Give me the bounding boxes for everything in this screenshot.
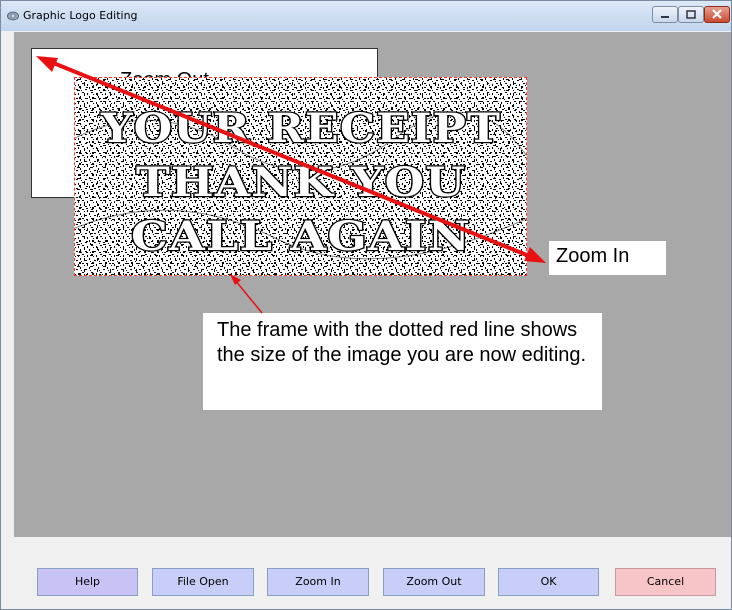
minimize-icon [661, 16, 669, 18]
pointer-arrow [230, 274, 263, 314]
maximize-icon [686, 10, 696, 19]
zoom-in-button[interactable]: Zoom In [267, 568, 369, 596]
window-title: Graphic Logo Editing [23, 9, 138, 22]
minimize-button[interactable] [652, 6, 678, 23]
file-open-button[interactable]: File Open [152, 568, 254, 596]
diagonal-double-arrow [36, 56, 546, 263]
cancel-button[interactable]: Cancel [615, 568, 716, 596]
zoom-out-button[interactable]: Zoom Out [383, 568, 485, 596]
title-bar[interactable]: Graphic Logo Editing [1, 1, 731, 31]
annotation-arrows [36, 56, 546, 314]
ok-button[interactable]: OK [498, 568, 599, 596]
app-window: Graphic Logo Editing Zoom Out [0, 0, 732, 610]
logo-canvas[interactable]: Zoom Out [14, 32, 731, 537]
maximize-button[interactable] [678, 6, 704, 23]
camera-icon [7, 11, 19, 21]
close-button[interactable] [704, 6, 730, 23]
close-icon [712, 9, 722, 19]
help-button[interactable]: Help [37, 568, 138, 596]
